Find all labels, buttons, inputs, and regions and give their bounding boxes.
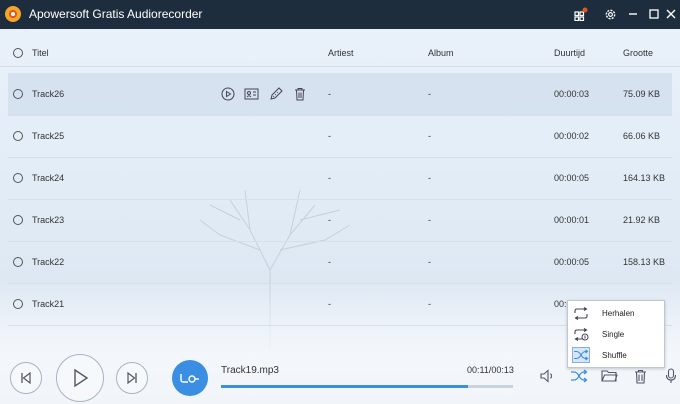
next-track-button[interactable]	[116, 362, 148, 394]
progress-fill	[221, 385, 469, 388]
folder-icon[interactable]	[600, 367, 618, 385]
current-track-name: Track19.mp3	[221, 365, 279, 376]
row-checkbox[interactable]	[13, 89, 23, 99]
row-checkbox[interactable]	[13, 131, 23, 141]
row-album: -	[428, 173, 431, 183]
shuffle-icon	[572, 347, 590, 363]
row-title: Track25	[32, 131, 65, 141]
row-artist: -	[328, 89, 331, 99]
window-title: Apowersoft Gratis Audiorecorder	[29, 7, 203, 21]
row-actions	[220, 86, 307, 101]
row-album: -	[428, 257, 431, 267]
row-artist: -	[328, 299, 331, 309]
select-all-checkbox[interactable]	[13, 48, 23, 58]
row-checkbox[interactable]	[13, 173, 23, 183]
header-title[interactable]: Titel	[32, 48, 49, 58]
id-card-icon[interactable]	[244, 86, 259, 101]
header-album[interactable]: Album	[428, 48, 454, 58]
playback-time: 00:11/00:13	[467, 365, 514, 375]
header-size[interactable]: Grootte	[623, 48, 653, 58]
minimize-icon[interactable]	[625, 6, 641, 22]
row-duration: 00:00:01	[554, 215, 590, 225]
row-album: -	[428, 131, 431, 141]
row-size: 164.13 KB	[623, 173, 666, 183]
row-size: 75.09 KB	[623, 89, 661, 99]
title-bar: Apowersoft Gratis Audiorecorder	[0, 0, 680, 29]
menu-item-shuffle[interactable]: Shuffle	[568, 345, 664, 366]
row-artist: -	[328, 257, 331, 267]
maximize-icon[interactable]	[646, 6, 662, 22]
table-row[interactable]: Track24 - - 00:00:05 164.13 KB	[8, 157, 672, 200]
table-row[interactable]: Track23 - - 00:00:01 21.92 KB	[8, 199, 672, 242]
row-title: Track22	[32, 257, 65, 267]
row-duration: 00:00:05	[554, 173, 590, 183]
row-title: Track21	[32, 299, 65, 309]
row-size: 21.92 KB	[623, 215, 661, 225]
app-logo-icon	[5, 6, 21, 22]
row-size: 66.06 KB	[623, 131, 661, 141]
menu-item-label: Shuffle	[602, 351, 627, 360]
table-row[interactable]: Track22 - - 00:00:05 158.13 KB	[8, 241, 672, 284]
repeat-one-icon	[572, 326, 590, 342]
now-playing-button[interactable]	[172, 360, 208, 396]
row-size: 158.13 KB	[623, 257, 666, 267]
trash-icon[interactable]	[292, 86, 307, 101]
row-checkbox[interactable]	[13, 299, 23, 309]
row-album: -	[428, 299, 431, 309]
table-row[interactable]: Track26 - - 00:00:03 75.09 KB	[8, 73, 672, 116]
row-album: -	[428, 89, 431, 99]
row-title: Track24	[32, 173, 65, 183]
shuffle-mode-icon[interactable]	[570, 367, 588, 385]
menu-item-label: Herhalen	[602, 309, 635, 318]
previous-track-button[interactable]	[10, 362, 42, 394]
edit-tag-icon[interactable]	[268, 86, 283, 101]
skip-forward-icon	[127, 372, 137, 384]
menu-item-repeat[interactable]: Herhalen	[568, 303, 664, 324]
row-checkbox[interactable]	[13, 257, 23, 267]
close-icon[interactable]	[663, 6, 679, 22]
progress-slider[interactable]	[221, 385, 513, 388]
row-checkbox[interactable]	[13, 215, 23, 225]
play-icon	[74, 368, 89, 388]
audio-wave-icon	[180, 374, 199, 383]
row-artist: -	[328, 173, 331, 183]
header-duration[interactable]: Duurtijd	[554, 48, 585, 58]
repeat-icon	[572, 305, 590, 321]
skip-back-icon	[21, 372, 31, 384]
menu-item-label: Single	[602, 330, 625, 339]
table-row[interactable]: Track25 - - 00:00:02 66.06 KB	[8, 115, 672, 158]
menu-item-single[interactable]: Single	[568, 324, 664, 345]
row-title: Track26	[32, 89, 65, 99]
row-duration: 00:00:05	[554, 257, 590, 267]
settings-gear-icon[interactable]	[602, 6, 618, 22]
delete-icon[interactable]	[631, 367, 649, 385]
play-circle-icon[interactable]	[220, 86, 235, 101]
microphone-icon[interactable]	[662, 367, 680, 385]
row-title: Track23	[32, 215, 65, 225]
row-artist: -	[328, 131, 331, 141]
play-mode-menu: Herhalen Single Shuffle	[567, 300, 665, 368]
volume-icon[interactable]	[539, 367, 557, 385]
row-duration: 00:00:02	[554, 131, 590, 141]
row-artist: -	[328, 215, 331, 225]
table-header: Titel Artiest Album Duurtijd Grootte	[0, 40, 680, 67]
play-button[interactable]	[56, 354, 104, 402]
row-duration: 00:00:03	[554, 89, 590, 99]
header-artist[interactable]: Artiest	[328, 48, 354, 58]
row-album: -	[428, 215, 431, 225]
apps-grid-icon[interactable]	[573, 6, 589, 22]
